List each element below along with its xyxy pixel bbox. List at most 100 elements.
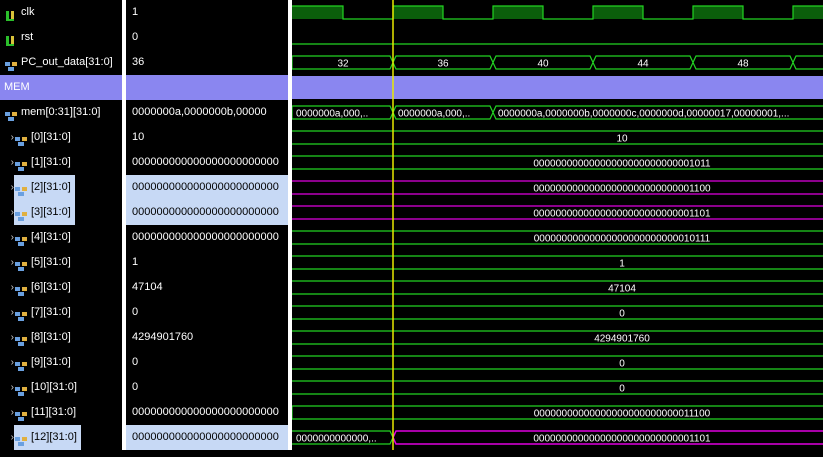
expand-chevron-icon[interactable]: › — [0, 400, 14, 425]
pc-value-label: 32 — [337, 59, 349, 70]
mem-entry-value-label: 00000000000000000000000000001011 — [533, 159, 711, 170]
mem-value-label: 0000000a,0000000b,0000000c,0000000d,0000… — [498, 109, 789, 120]
expand-chevron-icon[interactable]: › — [0, 125, 14, 150]
bus-signal-icon — [14, 207, 28, 221]
signal-name-row[interactable]: › [0][31:0] — [0, 125, 122, 150]
bit-signal-icon — [4, 7, 18, 21]
clk-high-pulse — [793, 6, 823, 19]
signal-name-row[interactable]: › [12][31:0] — [0, 425, 122, 451]
bus-signal-icon — [14, 182, 28, 196]
mem-entry-value-label: 47104 — [608, 284, 636, 295]
expand-chevron-icon[interactable]: › — [0, 275, 14, 300]
signal-name-row[interactable]: › [4][31:0] — [0, 225, 122, 250]
mem-entry-value-label: 0 — [619, 309, 625, 320]
bus-signal-icon — [14, 257, 28, 271]
mem-entry-value-label: 00000000000000000000000000001101 — [533, 209, 711, 220]
signal-value-cell: 000000000000000000000000 — [126, 425, 288, 450]
signal-value-cell: 0 — [132, 306, 139, 318]
signal-name-row[interactable]: mem[0:31][31:0] — [0, 100, 122, 125]
pc-value-label: 44 — [637, 59, 649, 70]
signal-value-cell: 0000000a,0000000b,00000 — [132, 106, 267, 118]
waveform-canvas[interactable]: 32 36 40 44 48 0000000a,000,.. 0000000a,000,..… — [292, 0, 823, 450]
signal-name-row[interactable]: › [7][31:0] — [0, 300, 122, 325]
clk-high-pulse — [593, 6, 643, 19]
clk-high-pulse — [693, 6, 743, 19]
pc-value-label: 40 — [537, 59, 549, 70]
expand-chevron-icon[interactable]: › — [0, 375, 14, 400]
waveform-panel[interactable]: 32 36 40 44 48 0000000a,000,.. 0000000a,000,..… — [292, 0, 823, 450]
signal-name-row[interactable]: › [2][31:0] — [0, 175, 122, 201]
signal-value-panel: 1 0 36 0000000a,0000000b,00000 10 00000000000… — [126, 0, 288, 450]
signal-name-row[interactable]: › [3][31:0] — [0, 200, 122, 226]
signal-name-row[interactable]: › [6][31:0] — [0, 275, 122, 300]
clk-waveform — [292, 5, 823, 20]
signal-name-label: [0][31:0] — [31, 131, 71, 143]
bus-signal-icon — [14, 157, 28, 171]
signal-name-label: [7][31:0] — [31, 306, 71, 318]
signal-name-row[interactable]: › [11][31:0] — [0, 400, 122, 425]
expand-chevron-icon[interactable]: › — [0, 350, 14, 375]
group-divider-value — [126, 75, 288, 100]
expand-chevron-icon[interactable]: › — [0, 325, 14, 350]
mem-value-label: 0000000a,000,.. — [296, 109, 368, 120]
mem-entry-value-label: 0000000000000,.. — [296, 434, 377, 445]
bus-signal-icon — [14, 132, 28, 146]
signal-name-label: [1][31:0] — [31, 156, 71, 168]
pc-value-label: 36 — [437, 59, 449, 70]
signal-name-label: [2][31:0] — [31, 181, 71, 193]
mem-entry-value-label: 00000000000000000000000000001101 — [533, 434, 711, 445]
bus-signal-icon — [14, 282, 28, 296]
signal-name-panel: clk rst PC_out_data[31:0] MEM mem[0:31][31:0… — [0, 0, 122, 451]
signal-name-label: [3][31:0] — [31, 206, 71, 218]
signal-name-row[interactable]: clk — [0, 0, 122, 25]
signal-name-label: [6][31:0] — [31, 281, 71, 293]
signal-value-cell: 000000000000000000000000 — [126, 175, 288, 200]
signal-name-row[interactable]: › [10][31:0] — [0, 375, 122, 400]
signal-name-label: clk — [21, 6, 35, 18]
mem-entry-value-label: 00000000000000000000000000001100 — [533, 184, 711, 195]
group-divider-mem[interactable]: MEM — [0, 75, 122, 100]
bus-signal-icon — [4, 57, 18, 71]
clk-high-pulse — [292, 6, 343, 19]
signal-name-row[interactable]: › [9][31:0] — [0, 350, 122, 375]
mem-entry-value-label: 0 — [619, 359, 625, 370]
signal-value-cell: 0 — [132, 31, 139, 43]
signal-value-cell: 1 — [132, 256, 139, 268]
signal-name-label: mem[0:31][31:0] — [21, 106, 101, 118]
group-divider-label: MEM — [4, 81, 30, 93]
bit-signal-icon — [4, 32, 18, 46]
expand-chevron-icon[interactable]: › — [0, 200, 14, 225]
bus-signal-icon — [14, 332, 28, 346]
expand-chevron-icon[interactable]: › — [0, 250, 14, 275]
clk-high-pulse — [493, 6, 543, 19]
expand-chevron-icon[interactable]: › — [0, 425, 14, 450]
signal-value-cell: 0 — [132, 381, 139, 393]
signal-name-row[interactable]: PC_out_data[31:0] — [0, 50, 122, 75]
mem-divider-band — [292, 76, 823, 99]
signal-name-label: [8][31:0] — [31, 331, 71, 343]
signal-value-cell: 4294901760 — [132, 331, 194, 343]
signal-name-row[interactable]: › [5][31:0] — [0, 250, 122, 275]
signal-value-cell: 47104 — [132, 281, 163, 293]
signal-value-cell: 36 — [132, 56, 145, 68]
mem-entry-value-label: 10 — [616, 134, 628, 145]
expand-chevron-icon[interactable]: › — [0, 175, 14, 200]
expand-chevron-icon[interactable]: › — [0, 300, 14, 325]
bus-signal-icon — [14, 407, 28, 421]
bus-signal-icon — [14, 307, 28, 321]
mem-entry-value-label: 1 — [619, 259, 625, 270]
signal-name-row[interactable]: › [1][31:0] — [0, 150, 122, 175]
signal-name-label: [5][31:0] — [31, 256, 71, 268]
signal-name-row[interactable]: rst — [0, 25, 122, 50]
signal-name-label: [12][31:0] — [31, 431, 77, 443]
signal-value-cell: 000000000000000000000000 — [132, 406, 279, 418]
signal-name-label: PC_out_data[31:0] — [21, 56, 113, 68]
expand-chevron-icon[interactable]: › — [0, 225, 14, 250]
signal-name-label: [11][31:0] — [31, 406, 77, 418]
signal-value-cell: 000000000000000000000000 — [132, 156, 279, 168]
clk-high-pulse — [393, 6, 443, 19]
bus-signal-icon — [14, 432, 28, 446]
mem-entry-value-label: 4294901760 — [594, 334, 650, 345]
expand-chevron-icon[interactable]: › — [0, 150, 14, 175]
signal-name-row[interactable]: › [8][31:0] — [0, 325, 122, 350]
